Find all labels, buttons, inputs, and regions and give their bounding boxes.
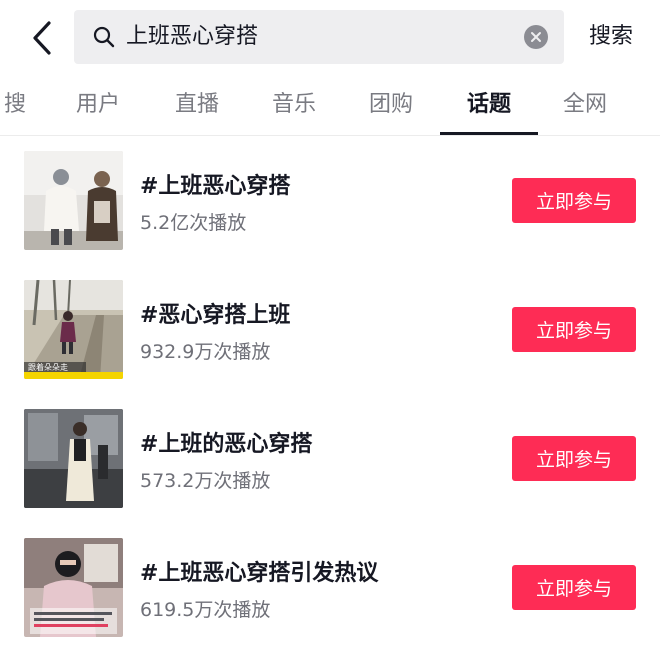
topic-title[interactable]: #恶心穿搭上班 bbox=[140, 297, 290, 329]
topic-view-count: 573.2万次播放 bbox=[140, 470, 271, 492]
thumbnail-caption: 跟着朵朵走 bbox=[28, 362, 68, 372]
tab-comprehensive[interactable]: 搜 bbox=[0, 76, 30, 136]
topic-title[interactable]: #上班的恶心穿搭 bbox=[140, 426, 312, 458]
topic-view-count: 619.5万次播放 bbox=[140, 599, 271, 621]
topic-view-count: 5.2亿次播放 bbox=[140, 212, 247, 234]
tab-group-buy[interactable]: 团购 bbox=[361, 76, 421, 136]
active-tab-indicator bbox=[440, 132, 538, 135]
topic-thumbnail[interactable]: 跟着朵朵走 bbox=[24, 280, 123, 379]
join-topic-button[interactable]: 立即参与 bbox=[512, 436, 636, 481]
topic-title[interactable]: #上班恶心穿搭引发热议 bbox=[140, 555, 378, 587]
topic-thumbnail[interactable] bbox=[24, 538, 123, 637]
back-button[interactable] bbox=[22, 16, 62, 60]
topic-view-count: 932.9万次播放 bbox=[140, 341, 271, 363]
top-bar: 上班恶心穿搭 搜索 bbox=[0, 0, 660, 76]
topic-item[interactable]: #上班的恶心穿搭 573.2万次播放 立即参与 bbox=[0, 394, 660, 523]
tab-music[interactable]: 音乐 bbox=[264, 76, 324, 136]
tab-all-web[interactable]: 全网 bbox=[555, 76, 615, 136]
topic-item[interactable]: 跟着朵朵走 #恶心穿搭上班 932.9万次播放 立即参与 bbox=[0, 265, 660, 394]
topic-item[interactable]: #上班恶心穿搭引发热议 619.5万次播放 立即参与 bbox=[0, 523, 660, 649]
topic-item[interactable]: #上班恶心穿搭 5.2亿次播放 立即参与 bbox=[0, 136, 660, 265]
tab-live[interactable]: 直播 bbox=[167, 76, 227, 136]
search-field[interactable]: 上班恶心穿搭 bbox=[74, 10, 564, 64]
join-topic-button[interactable]: 立即参与 bbox=[512, 565, 636, 610]
tab-topics[interactable]: 话题 bbox=[459, 76, 519, 136]
chevron-left-icon bbox=[33, 21, 51, 55]
search-button[interactable]: 搜索 bbox=[580, 10, 642, 64]
search-icon bbox=[93, 26, 115, 48]
topic-title[interactable]: #上班恶心穿搭 bbox=[140, 168, 290, 200]
join-topic-button[interactable]: 立即参与 bbox=[512, 178, 636, 223]
topic-thumbnail[interactable] bbox=[24, 409, 123, 508]
clear-icon bbox=[531, 32, 541, 42]
tab-users[interactable]: 用户 bbox=[68, 76, 128, 136]
search-input[interactable]: 上班恶心穿搭 bbox=[126, 10, 258, 64]
topic-thumbnail[interactable] bbox=[24, 151, 123, 250]
join-topic-button[interactable]: 立即参与 bbox=[512, 307, 636, 352]
clear-search-button[interactable] bbox=[524, 25, 548, 49]
category-tabs: 搜 用户 直播 音乐 团购 话题 全网 bbox=[0, 76, 660, 136]
